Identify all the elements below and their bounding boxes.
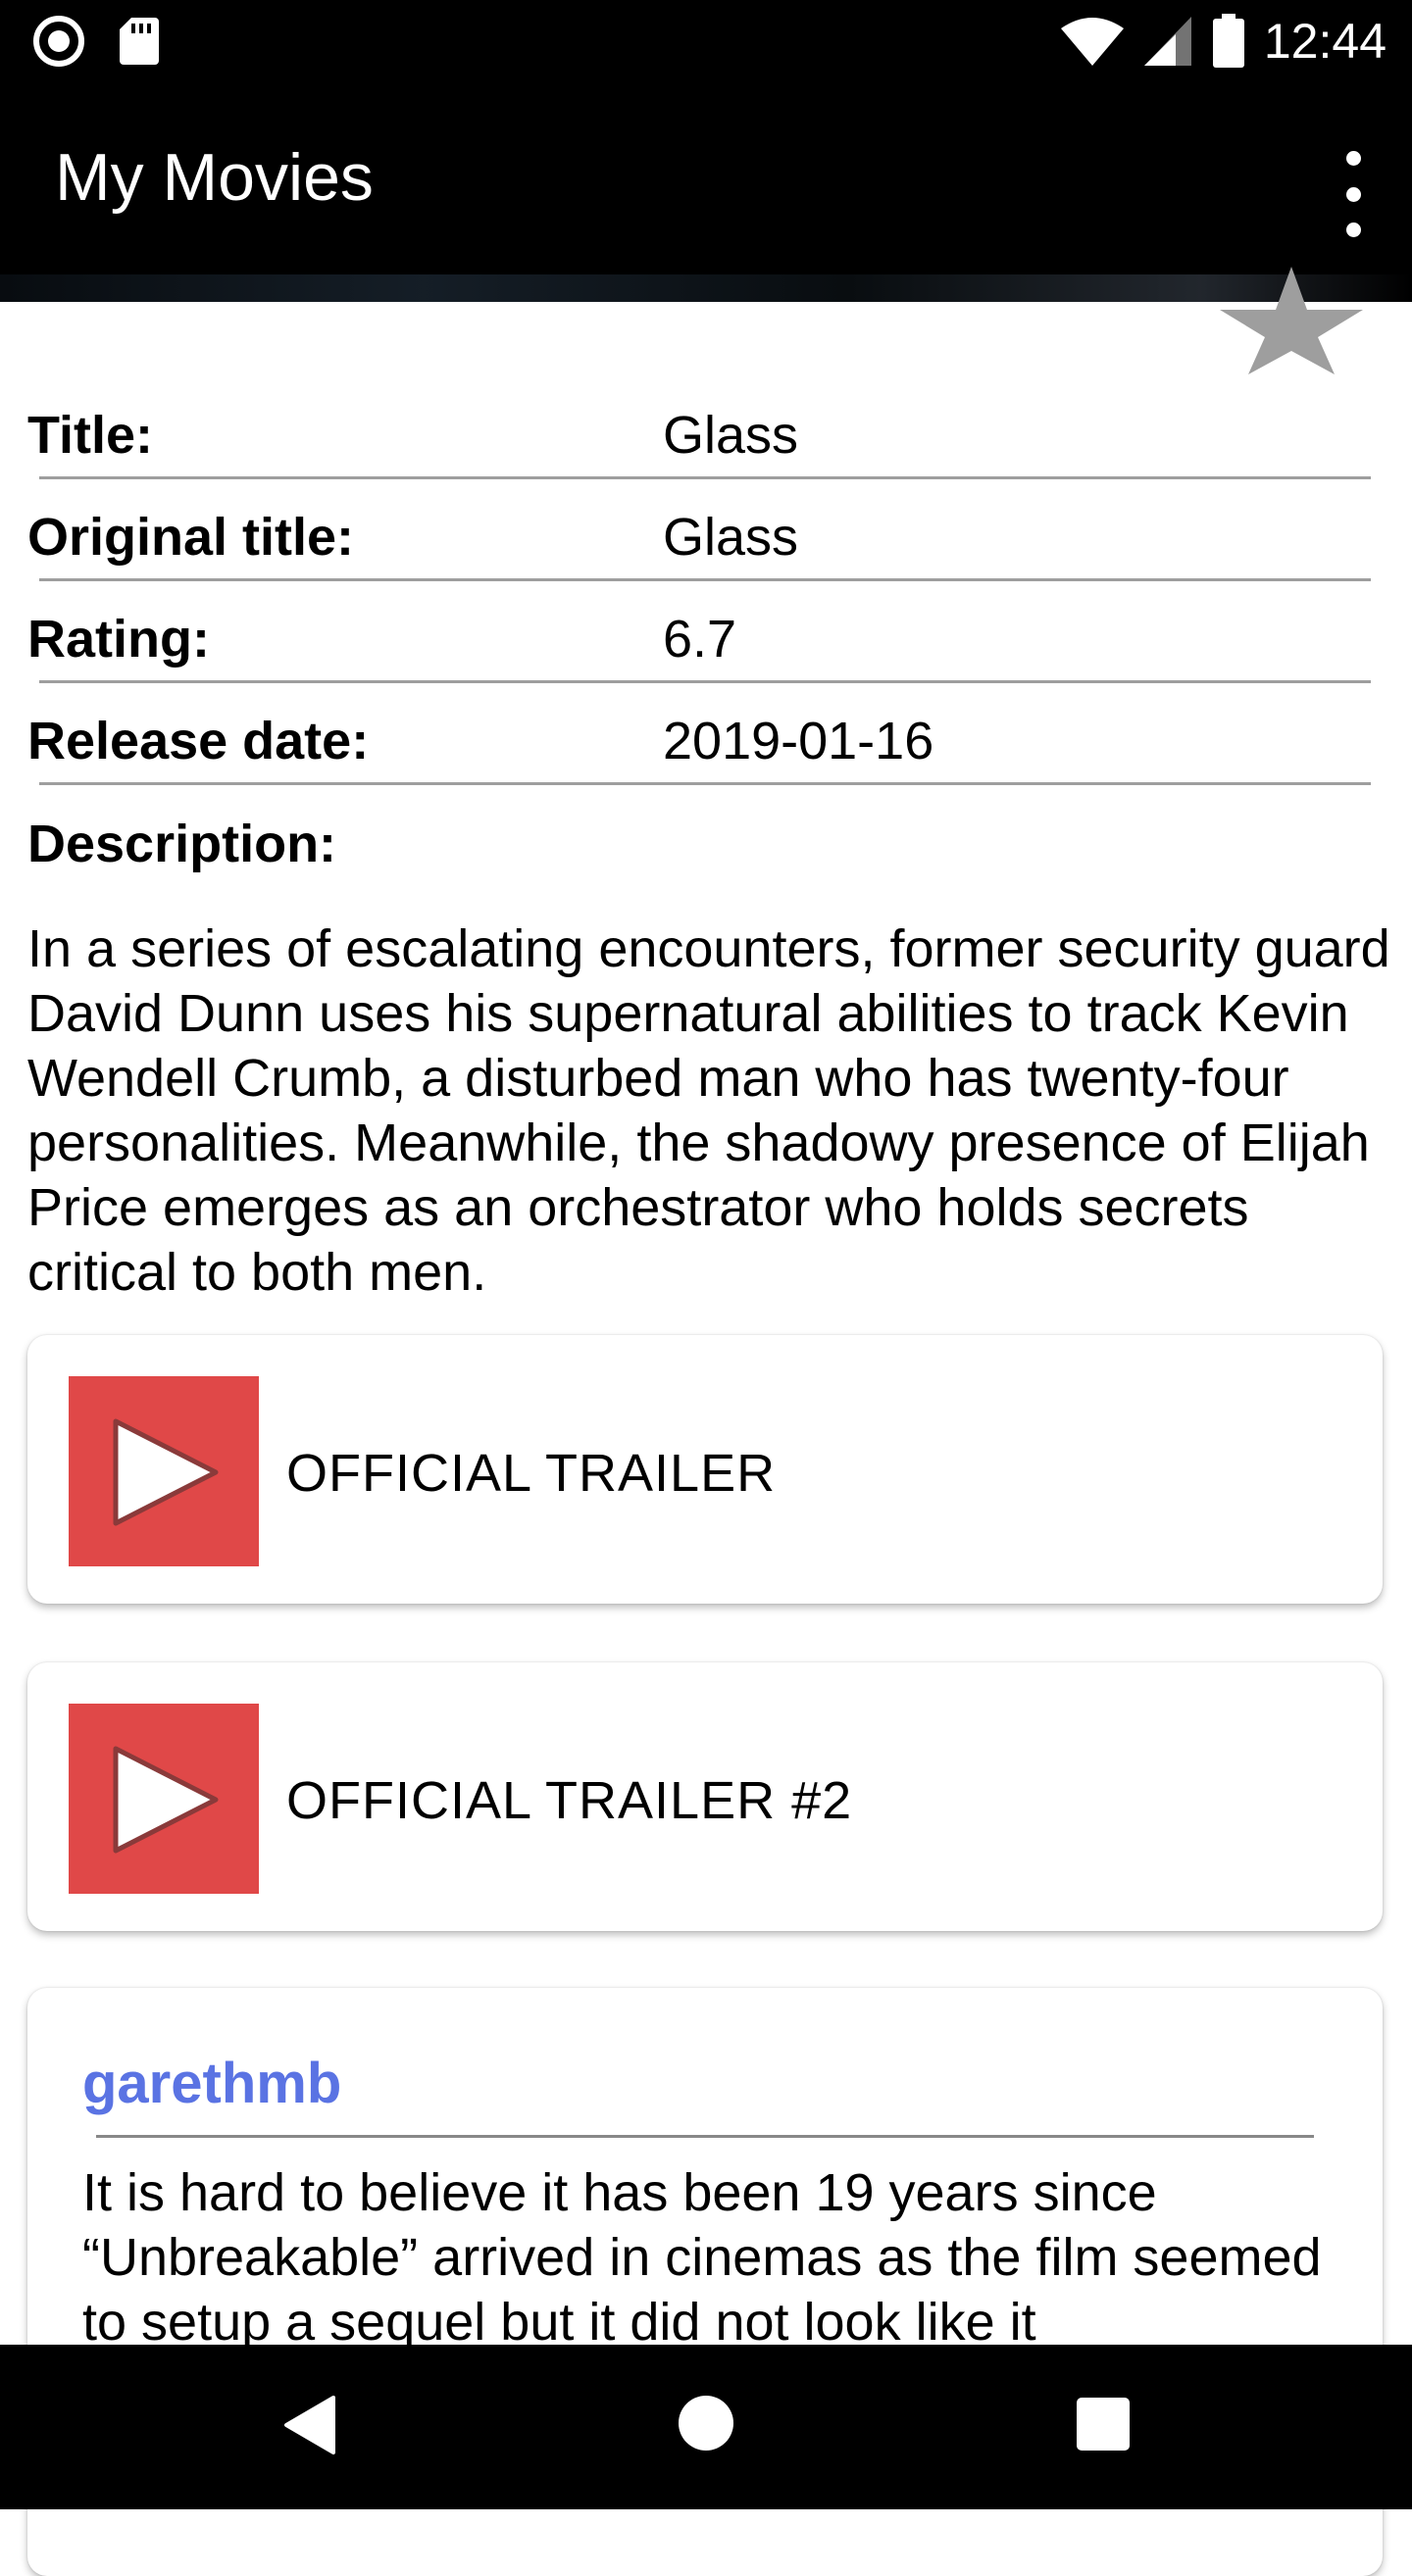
play-icon <box>113 1746 219 1854</box>
trailer-name: OFFICIAL TRAILER <box>286 1444 777 1503</box>
movie-details: Title: Glass Original title: Glass Ratin… <box>0 377 1412 785</box>
record-icon <box>33 16 84 67</box>
recents-icon[interactable] <box>1077 2398 1130 2451</box>
app-bar: My Movies <box>0 82 1412 302</box>
sd-card-icon <box>120 18 159 65</box>
page-title: My Movies <box>55 140 374 215</box>
trailer-name: OFFICIAL TRAILER #2 <box>286 1771 853 1830</box>
detail-row-original-title: Original title: Glass <box>0 479 1412 581</box>
detail-value: 2019-01-16 <box>663 712 934 770</box>
navigation-bar <box>0 2345 1412 2509</box>
status-bar: 12:44 <box>0 0 1412 82</box>
review-text: It is hard to believe it has been 19 yea… <box>82 2163 1322 2352</box>
trailer-card[interactable]: OFFICIAL TRAILER <box>27 1335 1383 1604</box>
wifi-icon <box>1060 18 1124 66</box>
star-icon[interactable] <box>1220 267 1363 374</box>
signal-icon <box>1143 17 1191 66</box>
clock: 12:44 <box>1263 14 1387 69</box>
overflow-menu-icon[interactable] <box>1334 151 1373 237</box>
detail-row-rating: Rating: 6.7 <box>0 581 1412 683</box>
divider <box>39 782 1371 785</box>
review-author[interactable]: garethmb <box>82 2051 341 2116</box>
detail-row-release-date: Release date: 2019-01-16 <box>0 683 1412 785</box>
home-icon[interactable] <box>679 2396 733 2451</box>
trailer-thumbnail <box>69 1376 259 1566</box>
detail-label: Rating: <box>27 610 210 669</box>
description-label: Description: <box>27 815 337 873</box>
detail-label: Original title: <box>27 508 355 567</box>
battery-icon <box>1212 14 1244 68</box>
backdrop-image <box>0 274 1412 302</box>
detail-value: 6.7 <box>663 610 737 669</box>
detail-label: Release date: <box>27 712 370 770</box>
detail-row-title: Title: Glass <box>0 377 1412 479</box>
trailer-card[interactable]: OFFICIAL TRAILER #2 <box>27 1662 1383 1931</box>
detail-value: Glass <box>663 508 799 567</box>
description-text: In a series of escalating encounters, fo… <box>27 919 1390 1302</box>
trailer-thumbnail <box>69 1704 259 1894</box>
detail-value: Glass <box>663 406 799 465</box>
detail-label: Title: <box>27 406 154 465</box>
divider <box>96 2135 1314 2138</box>
back-icon[interactable] <box>282 2396 337 2454</box>
play-icon <box>113 1418 219 1526</box>
